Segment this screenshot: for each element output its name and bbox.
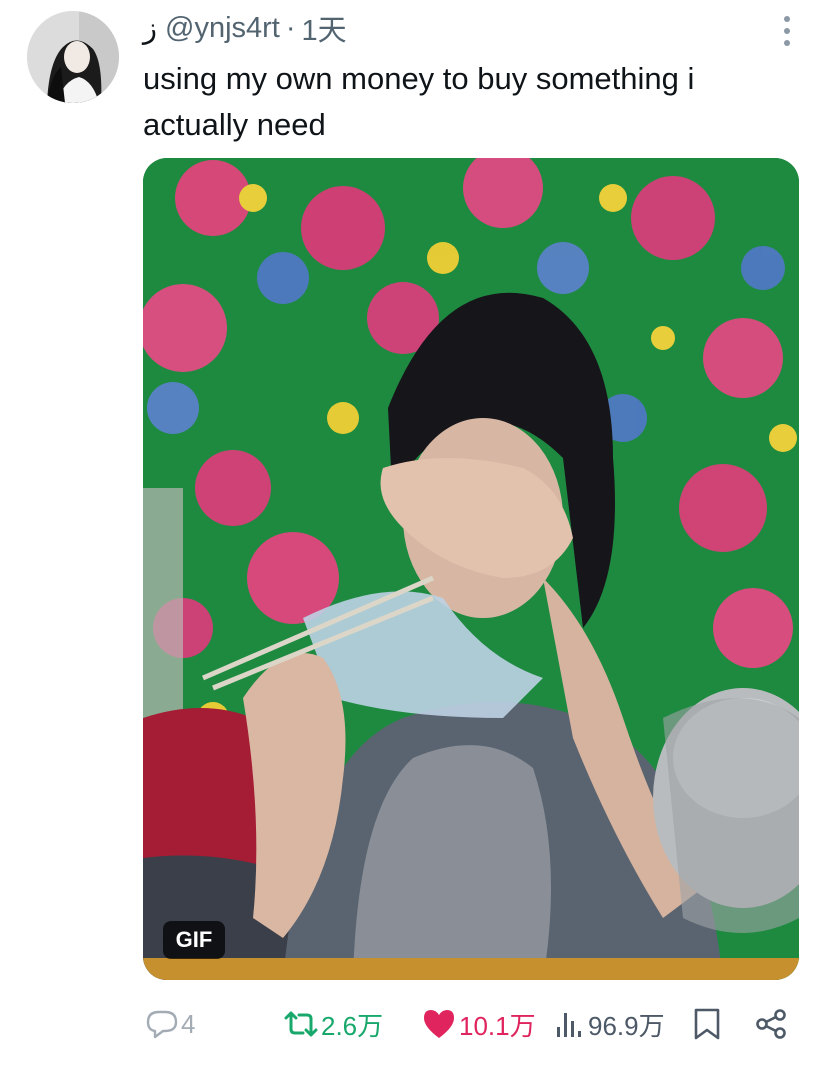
heart-icon <box>424 1010 454 1038</box>
tweet-action-bar: 4 2.6万 10.1万 96.9万 <box>0 1000 833 1048</box>
retweet-icon <box>284 1011 318 1037</box>
retweet-button[interactable]: 2.6万 <box>283 1000 383 1048</box>
like-button[interactable]: 10.1万 <box>421 1000 536 1048</box>
user-handle[interactable]: @ynjs4rt <box>165 12 280 45</box>
gif-badge: GIF <box>163 921 225 959</box>
avatar-image <box>27 11 119 103</box>
share-button[interactable] <box>754 1000 788 1048</box>
reply-count: 4 <box>181 1008 196 1039</box>
header-separator: · <box>285 11 296 44</box>
like-count: 10.1万 <box>459 1010 536 1041</box>
timestamp[interactable]: 1天 <box>302 7 347 49</box>
tweet-media-gif[interactable]: GIF <box>143 158 799 980</box>
more-options-button[interactable] <box>772 14 802 48</box>
share-icon <box>756 1009 786 1039</box>
bookmark-icon <box>694 1008 720 1040</box>
more-dot-icon <box>784 28 790 34</box>
tweet-text: using my own money to buy something i ac… <box>143 61 695 142</box>
gif-still-image <box>143 158 799 980</box>
tweet-header: ز @ynjs4rt · 1天 <box>143 7 347 49</box>
avatar[interactable] <box>27 11 119 103</box>
bookmark-button[interactable] <box>692 1000 722 1048</box>
view-count: 96.9万 <box>588 1010 665 1041</box>
views-button[interactable]: 96.9万 <box>554 1000 665 1048</box>
more-dot-icon <box>784 16 790 22</box>
reply-icon <box>146 1010 178 1039</box>
analytics-icon <box>557 1013 581 1037</box>
more-dot-icon <box>784 40 790 46</box>
display-name[interactable]: ز <box>143 11 157 46</box>
retweet-count: 2.6万 <box>321 1010 384 1041</box>
reply-button[interactable]: 4 <box>145 1000 195 1048</box>
